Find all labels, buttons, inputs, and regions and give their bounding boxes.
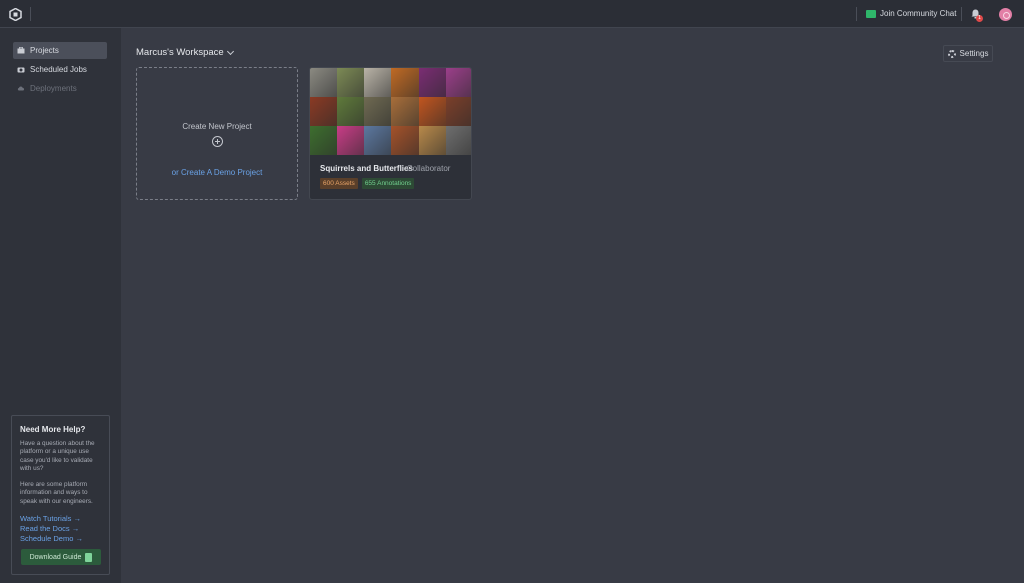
create-project-card[interactable]: Create New Project or Create A Demo Proj… [136,67,298,200]
main-content: Marcus's Workspace Settings Create New P… [121,28,1024,583]
cloud-upload-icon [17,86,25,91]
thumbnail-tile [445,97,471,126]
briefcase-icon [17,47,25,54]
thumbnail-tile [391,126,419,155]
logo-icon[interactable] [9,8,22,21]
sidebar-item-label: Scheduled Jobs [30,65,87,74]
project-role: · Collaborator [402,164,451,173]
thumbnail-tile [337,126,365,155]
divider [30,7,31,21]
project-card[interactable]: Squirrels and Butterflies · Collaborator… [309,67,472,200]
thumbnail-tile [310,126,338,155]
join-community-chat-link[interactable]: Join Community Chat [866,9,956,18]
help-paragraph: Have a question about the platform or a … [20,440,95,472]
help-title: Need More Help? [20,425,86,434]
thumbnail-tile [364,126,392,155]
download-guide-button[interactable]: Download Guide [21,549,101,565]
settings-button[interactable]: Settings [943,45,993,62]
thumbnail-tile [418,126,446,155]
read-docs-link[interactable]: Read the Docs → [20,524,101,534]
thumbnail-tile [418,68,446,97]
thumbnail-tile [310,97,338,126]
project-badges: 600 Assets 655 Annotations [320,178,415,189]
schedule-demo-link[interactable]: Schedule Demo → [20,534,101,544]
thumbnail-tile [364,97,392,126]
create-demo-project-link[interactable]: or Create A Demo Project [137,168,297,177]
thumbnail-tile [310,68,338,97]
thumbnail-tile [445,126,471,155]
divider [961,7,962,21]
chat-icon [866,9,876,18]
project-title: Squirrels and Butterflies [320,164,413,173]
help-paragraph: Here are some platform information and w… [20,481,93,505]
assets-badge: 600 Assets [320,178,358,189]
watch-tutorials-link[interactable]: Watch Tutorials → [20,514,101,524]
thumbnail-tile [337,68,365,97]
thumbnail-tile [391,68,419,97]
thumbnail-tile [391,97,419,126]
sidebar-item-label: Deployments [30,84,77,93]
annotations-badge: 655 Annotations [361,178,415,189]
thumbnail-tile [418,97,446,126]
top-bar: Join Community Chat 1 [0,0,1024,28]
chat-label: Join Community Chat [880,9,957,18]
thumbnail-tile [364,68,392,97]
sidebar-item-label: Projects [30,46,59,55]
chevron-down-icon [226,47,234,55]
settings-label: Settings [959,49,989,58]
divider [856,7,857,21]
help-links: Watch Tutorials → Read the Docs → Schedu… [20,514,101,544]
help-panel: Need More Help? Have a question about th… [11,415,110,575]
notification-badge: 1 [976,15,983,22]
workspace-selector[interactable]: Marcus's Workspace [136,47,234,58]
project-thumbnail-mosaic [310,68,471,155]
document-icon [85,552,93,562]
gear-icon [947,49,956,58]
thumbnail-tile [337,97,365,126]
camera-icon [17,67,25,73]
sidebar-item-scheduled-jobs[interactable]: Scheduled Jobs [13,61,107,78]
workspace-label: Marcus's Workspace [136,47,224,58]
create-project-title: Create New Project [182,122,252,131]
sidebar-item-projects[interactable]: Projects [13,42,107,59]
sidebar-item-deployments[interactable]: Deployments [13,80,107,97]
download-guide-label: Download Guide [29,553,82,561]
thumbnail-tile [445,68,471,97]
plus-circle-icon[interactable] [212,136,223,147]
sidebar: Projects Scheduled Jobs Deployments Need… [0,28,121,583]
avatar[interactable] [999,8,1012,21]
